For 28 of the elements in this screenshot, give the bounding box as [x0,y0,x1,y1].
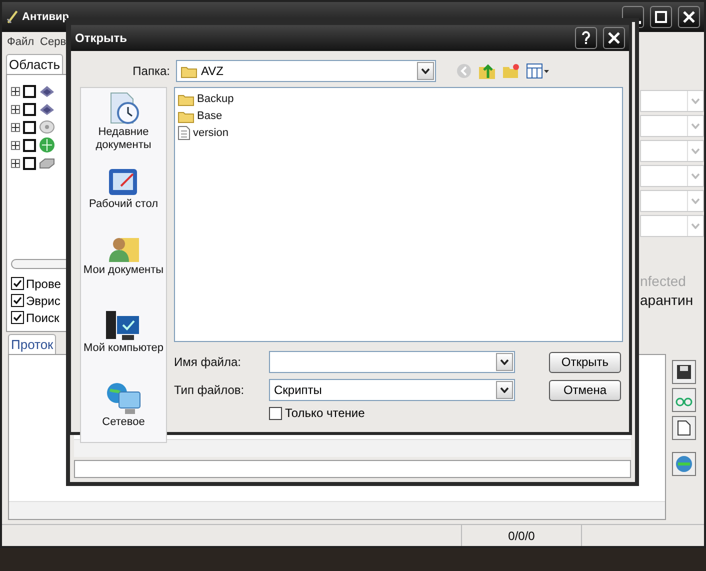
window-title: Антивир [22,11,70,23]
file-item[interactable]: Base [178,108,619,124]
filetype-dropdown[interactable]: Скрипты [269,379,515,401]
menu-item[interactable]: Файл [7,36,34,48]
checkbox-label: Только чтение [285,406,365,420]
dialog-title: Открыть [75,31,128,45]
place-item[interactable]: Рабочий стол [88,166,158,228]
place-item[interactable]: Недавние документы [81,92,166,160]
file-item[interactable]: version [178,125,619,141]
filetype-label: Тип файлов: [174,383,246,397]
option-label: Поиск [26,310,60,324]
place-item[interactable]: Мои документы [83,234,164,304]
filename-label: Имя файла: [174,355,242,369]
place-item[interactable]: Мой компьютер [83,310,164,376]
quarantine-label: арантин [640,292,694,308]
folder-dropdown[interactable]: AVZ [176,60,436,82]
option-label: Прове [26,276,61,290]
folder-label: Папка: [132,64,170,78]
status-counter: 0/0/0 [508,528,535,542]
file-item[interactable]: Backup [178,91,619,107]
open-button[interactable]: Открыть [549,352,621,372]
option-label: Эврис [26,294,60,308]
menu-item[interactable]: Серв [40,36,66,48]
tab[interactable]: Проток [8,334,56,354]
cancel-button[interactable]: Отмена [549,380,621,400]
tab[interactable]: Область [6,54,64,74]
infected-label: nfected [640,273,687,289]
place-item[interactable]: Сетевое [102,382,145,442]
